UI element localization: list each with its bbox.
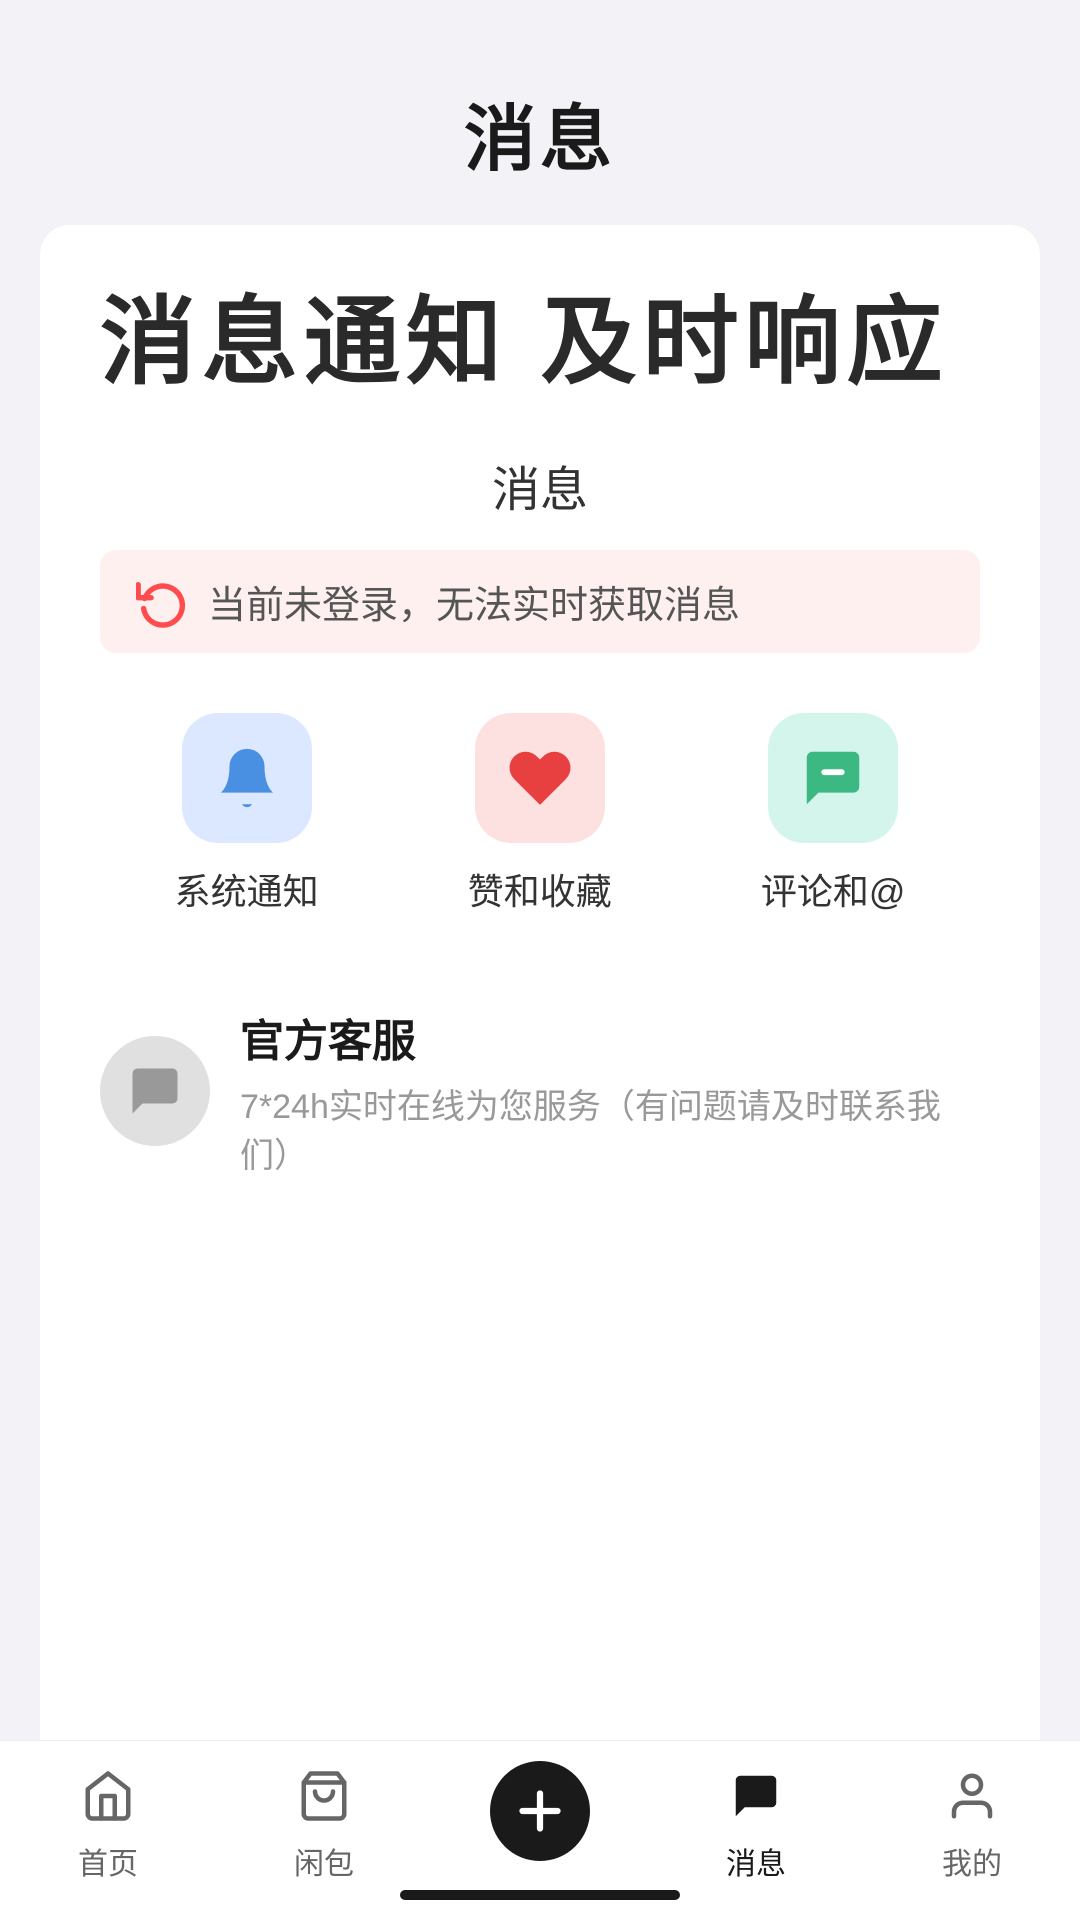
- nav-item-messages[interactable]: 消息: [648, 1761, 864, 1883]
- nav-label-messages: 消息: [726, 1839, 786, 1883]
- header: 消息: [0, 0, 1080, 225]
- bag-icon: [297, 1769, 351, 1823]
- section-subtitle: 消息: [100, 450, 980, 520]
- system-notification-label: 系统通知: [175, 863, 319, 915]
- nav-item-home[interactable]: 首页: [0, 1761, 216, 1883]
- likes-favorites-item[interactable]: 赞和收藏: [468, 713, 612, 915]
- nav-label-closet: 闲包: [294, 1839, 354, 1883]
- plus-icon: [510, 1781, 570, 1841]
- service-info: 官方客服 7*24h实时在线为您服务（有问题请及时联系我们）: [240, 1005, 980, 1177]
- main-card: 消息通知 及时响应 消息 当前未登录，无法实时获取消息 系统: [40, 225, 1040, 1920]
- refresh-icon: [136, 576, 188, 628]
- comments-at-item[interactable]: 评论和@: [761, 713, 906, 915]
- nav-label-home: 首页: [78, 1839, 138, 1883]
- customer-service-item[interactable]: 官方客服 7*24h实时在线为您服务（有问题请及时联系我们）: [100, 985, 980, 1197]
- chat-bubble-icon: [125, 1061, 185, 1121]
- service-desc: 7*24h实时在线为您服务（有问题请及时联系我们）: [240, 1079, 980, 1177]
- hero-section: 消息通知 及时响应: [100, 285, 980, 400]
- message-icon: [729, 1769, 783, 1823]
- page-container: 消息 消息通知 及时响应 消息 当前未登录，无法实时获取消息: [0, 0, 1080, 1920]
- service-name: 官方客服: [240, 1005, 980, 1069]
- nav-label-profile: 我的: [942, 1839, 1002, 1883]
- message-icon-container: [721, 1761, 791, 1831]
- nav-item-add[interactable]: [432, 1761, 648, 1861]
- home-icon-container: [73, 1761, 143, 1831]
- user-icon: [945, 1769, 999, 1823]
- warning-banner: 当前未登录，无法实时获取消息: [100, 550, 980, 653]
- plus-icon-container: [490, 1761, 590, 1861]
- bag-icon-container: [289, 1761, 359, 1831]
- warning-text: 当前未登录，无法实时获取消息: [208, 574, 740, 629]
- icon-group: 系统通知 赞和收藏 评论和@: [100, 713, 980, 915]
- nav-item-closet[interactable]: 闲包: [216, 1761, 432, 1883]
- bottom-indicator: [400, 1890, 680, 1900]
- likes-favorites-label: 赞和收藏: [468, 863, 612, 915]
- heart-icon: [505, 743, 575, 813]
- user-icon-container: [937, 1761, 1007, 1831]
- comments-at-label: 评论和@: [761, 863, 906, 915]
- service-avatar: [100, 1036, 210, 1146]
- home-icon: [81, 1769, 135, 1823]
- hero-text: 消息通知 及时响应: [100, 285, 980, 400]
- system-notification-icon-box: [182, 713, 312, 843]
- nav-item-profile[interactable]: 我的: [864, 1761, 1080, 1883]
- system-notification-item[interactable]: 系统通知: [175, 713, 319, 915]
- comment-icon: [798, 743, 868, 813]
- likes-favorites-icon-box: [475, 713, 605, 843]
- page-title: 消息: [40, 80, 1040, 185]
- comments-at-icon-box: [768, 713, 898, 843]
- bell-icon: [212, 743, 282, 813]
